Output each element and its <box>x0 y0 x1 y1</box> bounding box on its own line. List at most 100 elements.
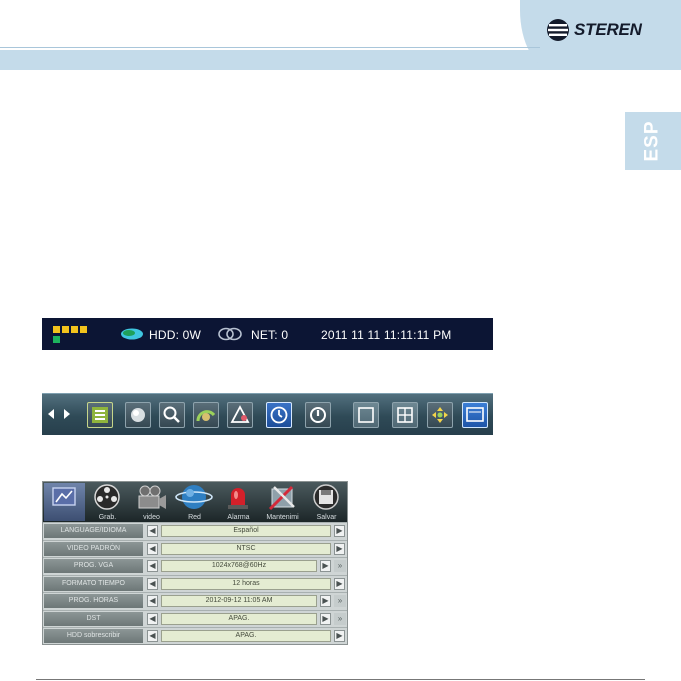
ptz-button[interactable] <box>193 402 219 428</box>
language-tab-label: ESP <box>642 120 663 162</box>
setting-label: HDD sobrescribir <box>44 629 143 643</box>
film-reel-icon <box>94 484 120 510</box>
settings-list: LANGUAGE/IDIOMA ◀ Español ▶ VIDEO PADRÓN… <box>43 522 347 645</box>
tab-label: Red <box>188 514 201 521</box>
footer-divider <box>36 679 645 680</box>
brand-name: STEREN <box>574 20 642 39</box>
system-icon <box>52 487 76 506</box>
channel-indicator <box>53 336 60 343</box>
setting-value[interactable]: NTSC <box>161 542 331 555</box>
prev-value-button[interactable]: ◀ <box>147 542 158 555</box>
quad-view-icon <box>397 407 413 423</box>
channel-indicator <box>53 326 60 333</box>
more-options-icon[interactable]: » <box>334 595 346 607</box>
tab-label: Grab. <box>98 514 117 521</box>
toolbar <box>42 393 493 435</box>
power-icon <box>310 407 326 423</box>
setting-label: PROG. VGA <box>44 559 143 573</box>
ptz-icon <box>196 410 216 422</box>
prev-value-button[interactable]: ◀ <box>147 525 158 537</box>
next-value-button[interactable]: ▶ <box>320 595 331 607</box>
quad-view-button[interactable] <box>392 402 418 428</box>
channel-indicator <box>62 326 69 333</box>
channel-list-icon <box>92 407 108 423</box>
move-button[interactable] <box>427 402 453 428</box>
tools-icon <box>268 485 295 511</box>
channel-indicator <box>71 326 78 333</box>
search-button[interactable] <box>159 402 185 428</box>
status-bar: HDD: 0W NET: 0 2011 11 11 11:11:11 PM <box>42 318 493 350</box>
setting-row-time-format: FORMATO TIEMPO ◀ 12 horas ▶ <box>43 574 347 593</box>
tab-network[interactable]: Red <box>174 483 215 521</box>
prev-value-button[interactable]: ◀ <box>147 595 158 607</box>
next-value-button[interactable]: ▶ <box>320 560 331 572</box>
schedule-icon <box>270 406 288 424</box>
prev-value-button[interactable]: ◀ <box>147 577 158 590</box>
camera-icon <box>138 485 166 509</box>
tab-maintenance[interactable]: Mantenimi <box>262 483 303 521</box>
move-icon <box>432 407 448 423</box>
hdd-status: HDD: 0W <box>149 328 202 342</box>
alarm-button[interactable] <box>227 402 253 428</box>
setting-label: FORMATO TIEMPO <box>44 576 143 591</box>
next-value-button[interactable]: ▶ <box>320 612 331 625</box>
setting-value[interactable]: Español <box>161 525 331 537</box>
setting-label: VIDEO PADRÓN <box>44 541 143 556</box>
single-view-button[interactable] <box>353 402 379 428</box>
setting-row-dst: DST ◀ APAG. ▶ » <box>43 609 347 628</box>
menu-tab-bar: Grab. video Red Alarma Mantenimi Salvar <box>43 482 347 522</box>
setting-row-hdd-overwrite: HDD sobrescribir ◀ APAG. ▶ <box>43 627 347 645</box>
next-value-button[interactable]: ▶ <box>334 525 345 537</box>
tab-save[interactable]: Salvar <box>306 483 347 521</box>
tab-alarm[interactable]: Alarma <box>218 483 259 521</box>
system-menu: Grab. video Red Alarma Mantenimi Salvar … <box>42 481 348 645</box>
globe-icon <box>175 485 213 509</box>
network-icon <box>218 327 242 341</box>
channel-indicator <box>80 326 87 333</box>
schedule-button[interactable] <box>266 402 292 428</box>
setting-label: PROG. HORAS <box>44 594 143 608</box>
network-status: NET: 0 <box>251 328 289 342</box>
next-value-button[interactable]: ▶ <box>334 542 345 555</box>
more-options-icon[interactable]: » <box>334 560 346 572</box>
brand-logo: STEREN <box>546 17 642 43</box>
setting-row-vga: PROG. VGA ◀ 1024x768@60Hz ▶ » <box>43 557 347 575</box>
power-button[interactable] <box>305 402 331 428</box>
tab-record[interactable]: Grab. <box>87 483 128 521</box>
setting-label: DST <box>44 611 143 626</box>
tab-video[interactable]: video <box>131 483 172 521</box>
hdd-icon <box>121 328 143 340</box>
tab-label: Mantenimi <box>266 514 299 521</box>
setting-row-video-standard: VIDEO PADRÓN ◀ NTSC ▶ <box>43 539 347 558</box>
alarm-icon <box>230 405 250 423</box>
language-tab: ESP <box>625 112 681 170</box>
setting-row-time: PROG. HORAS ◀ 2012-09-12 11:05 AM ▶ » <box>43 592 347 610</box>
prev-value-button[interactable]: ◀ <box>147 612 158 625</box>
channel-list-button[interactable] <box>87 402 113 428</box>
tab-system[interactable] <box>44 483 85 521</box>
datetime: 2011 11 11 11:11:11 PM <box>321 328 452 342</box>
next-value-button[interactable]: ▶ <box>334 577 345 590</box>
tab-label: Alarma <box>227 514 250 521</box>
setting-value[interactable]: APAG. <box>161 630 331 642</box>
record-button[interactable] <box>125 402 151 428</box>
tab-label: video <box>143 514 160 521</box>
record-icon <box>131 408 145 422</box>
monitor-icon <box>466 407 484 422</box>
siren-icon <box>228 488 248 509</box>
setting-value[interactable]: 2012-09-12 11:05 AM <box>161 595 317 607</box>
tab-label: Salvar <box>316 514 337 521</box>
setting-value[interactable]: 12 horas <box>161 577 331 590</box>
prev-value-button[interactable]: ◀ <box>147 560 158 572</box>
monitor-button[interactable] <box>462 402 488 428</box>
more-options-icon[interactable]: » <box>334 612 346 625</box>
prev-value-button[interactable]: ◀ <box>147 630 158 642</box>
search-icon <box>163 406 180 423</box>
next-value-button[interactable]: ▶ <box>334 630 345 642</box>
toolbar-scroll-arrows-icon[interactable] <box>46 407 72 421</box>
save-icon <box>313 484 339 510</box>
setting-value[interactable]: 1024x768@60Hz <box>161 560 317 572</box>
setting-value[interactable]: APAG. <box>161 612 317 625</box>
single-view-icon <box>358 407 374 423</box>
setting-row-language: LANGUAGE/IDIOMA ◀ Español ▶ <box>43 522 347 540</box>
